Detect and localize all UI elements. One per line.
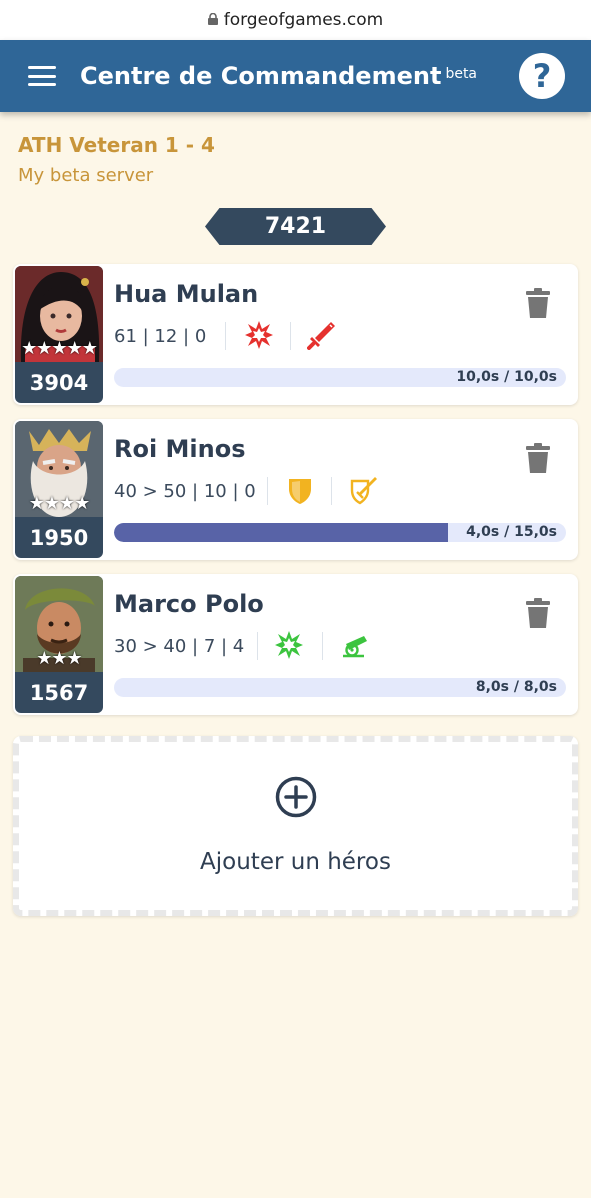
stat-divider	[225, 322, 226, 350]
stat-divider	[257, 632, 258, 660]
hero-stats: 40 > 50 | 10 | 0	[114, 481, 256, 502]
sword-icon	[307, 322, 335, 350]
hero-power: 1567	[29, 680, 89, 705]
hero-portrait: ★★★★★ 3904	[15, 266, 103, 403]
stat-divider	[322, 632, 323, 660]
hero-power: 1950	[29, 525, 89, 550]
hero-name: Marco Polo	[114, 590, 264, 618]
browser-url: forgeofgames.com	[223, 10, 384, 30]
page-title: Centre de Commandement beta	[80, 62, 477, 90]
menu-icon[interactable]	[28, 66, 56, 86]
stat-divider	[331, 477, 332, 505]
total-power-badge: 7421	[205, 208, 386, 245]
delete-hero-icon[interactable]	[526, 443, 550, 473]
hero-stats: 30 > 40 | 7 | 4	[114, 636, 245, 657]
lock-icon	[207, 13, 218, 25]
explosion-icon	[245, 321, 273, 349]
beta-badge: beta	[445, 66, 478, 82]
help-button[interactable]: ?	[519, 53, 565, 99]
hero-name: Roi Minos	[114, 435, 246, 463]
server-name: ATH Veteran 1 - 4	[18, 133, 215, 157]
hero-card[interactable]: ★★★★ 1950 Roi Minos 40 > 50 | 10 | 0 4,0…	[13, 419, 578, 560]
add-hero-label: Ajouter un héros	[200, 849, 391, 875]
cooldown-progress-bar: 4,0s / 15,0s	[114, 523, 566, 542]
hero-portrait: ★★★★ 1950	[15, 421, 103, 558]
cooldown-progress-label: 4,0s / 15,0s	[466, 524, 557, 540]
app-header: Centre de Commandement beta ?	[0, 40, 591, 112]
add-hero-button[interactable]: Ajouter un héros	[13, 736, 578, 916]
shield-sword-icon	[350, 477, 377, 505]
server-subtitle: My beta server	[18, 165, 154, 186]
hero-stars: ★★★★★	[21, 338, 98, 359]
page-title-text: Centre de Commandement	[80, 62, 442, 90]
hero-portrait: ★★★ 1567	[15, 576, 103, 713]
cooldown-progress-label: 8,0s / 8,0s	[475, 679, 557, 695]
dashed-border	[13, 736, 578, 916]
cooldown-progress-label: 10,0s / 10,0s	[456, 369, 557, 385]
stat-divider	[290, 322, 291, 350]
explosion-icon	[275, 631, 303, 659]
hero-stars: ★★★	[36, 648, 82, 669]
cooldown-progress-bar: 10,0s / 10,0s	[114, 368, 566, 387]
shield-icon	[289, 479, 311, 504]
stat-divider	[267, 477, 268, 505]
hero-name: Hua Mulan	[114, 280, 259, 308]
cooldown-progress-bar: 8,0s / 8,0s	[114, 678, 566, 697]
cooldown-progress-fill	[114, 523, 449, 542]
plus-circle-icon	[275, 776, 317, 818]
cannon-icon	[343, 636, 367, 658]
hero-stats: 61 | 12 | 0	[114, 326, 207, 347]
hero-power: 3904	[29, 370, 89, 395]
delete-hero-icon[interactable]	[526, 288, 550, 318]
hero-stars: ★★★★	[28, 493, 91, 514]
browser-url-bar[interactable]: forgeofgames.com	[0, 0, 591, 40]
hero-card[interactable]: ★★★ 1567 Marco Polo 30 > 40 | 7 | 4 8,0s…	[13, 574, 578, 715]
hero-card[interactable]: ★★★★★ 3904 Hua Mulan 61 | 12 | 0 10,0s /…	[13, 264, 578, 405]
delete-hero-icon[interactable]	[526, 598, 550, 628]
